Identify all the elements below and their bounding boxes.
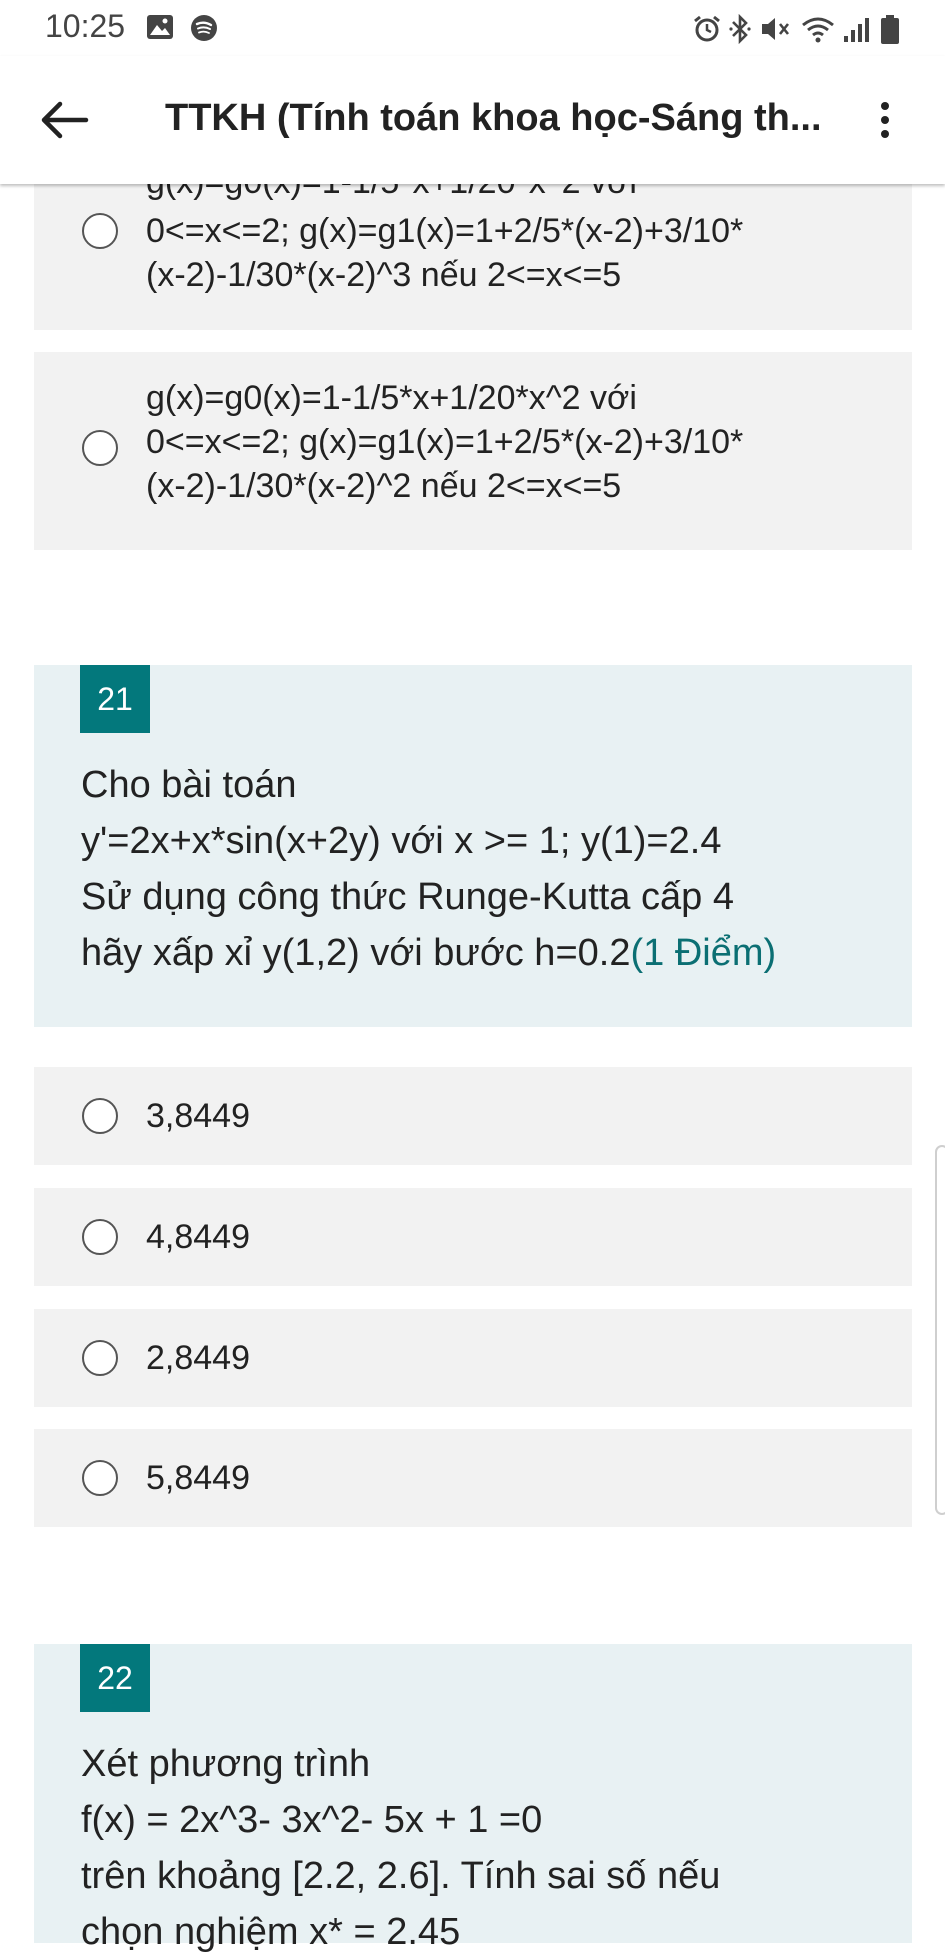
question-text-line: Sử dụng công thức Runge-Kutta cấp 4 [81, 876, 734, 918]
app-bar: TTKH (Tính toán khoa học-Sáng th... [0, 56, 945, 184]
spotify-icon [191, 15, 217, 41]
option-d[interactable]: 5,8449 [34, 1429, 912, 1527]
question-number-badge: 22 [80, 1644, 150, 1712]
back-arrow-icon[interactable] [36, 96, 92, 144]
image-icon [147, 15, 173, 39]
scrollbar[interactable] [935, 1145, 945, 1515]
question-text-line: trên khoảng [2.2, 2.6]. Tính sai số nếu [81, 1855, 721, 1897]
more-options-icon[interactable] [870, 98, 900, 146]
option-text-line: (x-2)-1/30*(x-2)^3 nếu 2<=x<=5 [146, 256, 622, 294]
radio-button[interactable] [82, 1219, 118, 1255]
question-number-badge: 21 [80, 665, 150, 733]
signal-icon [844, 18, 869, 42]
question-text-line: Cho bài toán [81, 764, 297, 806]
wifi-icon [802, 17, 834, 43]
question-text-line: f(x) = 2x^3- 3x^2- 5x + 1 =0 [81, 1799, 543, 1841]
option-text-line: 0<=x<=2; g(x)=g1(x)=1+2/5*(x-2)+3/10* [146, 212, 744, 250]
points-label: (1 Điểm) [630, 932, 777, 974]
status-time: 10:25 [45, 8, 126, 44]
battery-icon [881, 15, 899, 44]
mute-icon [762, 18, 790, 40]
option-label: 2,8449 [146, 1339, 250, 1377]
status-bar: 10:25 [0, 0, 945, 56]
option-prev-2[interactable]: g(x)=g0(x)=1-1/5*x+1/20*x^2 với 0<=x<=2;… [34, 352, 912, 550]
alarm-icon [694, 15, 720, 42]
radio-button[interactable] [82, 213, 118, 249]
bluetooth-icon [729, 14, 751, 44]
option-c[interactable]: 2,8449 [34, 1309, 912, 1407]
radio-button[interactable] [82, 430, 118, 466]
option-label: 4,8449 [146, 1218, 250, 1256]
radio-button[interactable] [82, 1460, 118, 1496]
question-text-line: Xét phương trình [81, 1743, 371, 1785]
question-text-line: chọn nghiệm x* = 2.45 [81, 1911, 461, 1953]
option-text-line: g(x)=g0(x)=1-1/5*x+1/20*x^2 với [146, 379, 637, 417]
app-title: TTKH (Tính toán khoa học-Sáng th... [165, 97, 822, 139]
option-label: 5,8449 [146, 1459, 250, 1497]
question-text-line: hãy xấp xỉ y(1,2) với bước h=0.2(1 Điểm) [81, 925, 776, 981]
radio-button[interactable] [82, 1340, 118, 1376]
option-text-line: 0<=x<=2; g(x)=g1(x)=1+2/5*(x-2)+3/10* [146, 423, 744, 461]
radio-button[interactable] [82, 1098, 118, 1134]
option-a[interactable]: 3,8449 [34, 1067, 912, 1165]
option-label: 3,8449 [146, 1097, 250, 1135]
question-card-21: 21 Cho bài toán y'=2x+x*sin(x+2y) với x … [34, 665, 912, 1027]
option-b[interactable]: 4,8449 [34, 1188, 912, 1286]
question-card-22: 22 Xét phương trình f(x) = 2x^3- 3x^2- 5… [34, 1644, 912, 1953]
option-text-line: (x-2)-1/30*(x-2)^2 nếu 2<=x<=5 [146, 467, 622, 505]
question-text-line: y'=2x+x*sin(x+2y) với x >= 1; y(1)=2.4 [81, 820, 722, 862]
question-text: hãy xấp xỉ y(1,2) với bước h=0.2 [81, 932, 631, 974]
